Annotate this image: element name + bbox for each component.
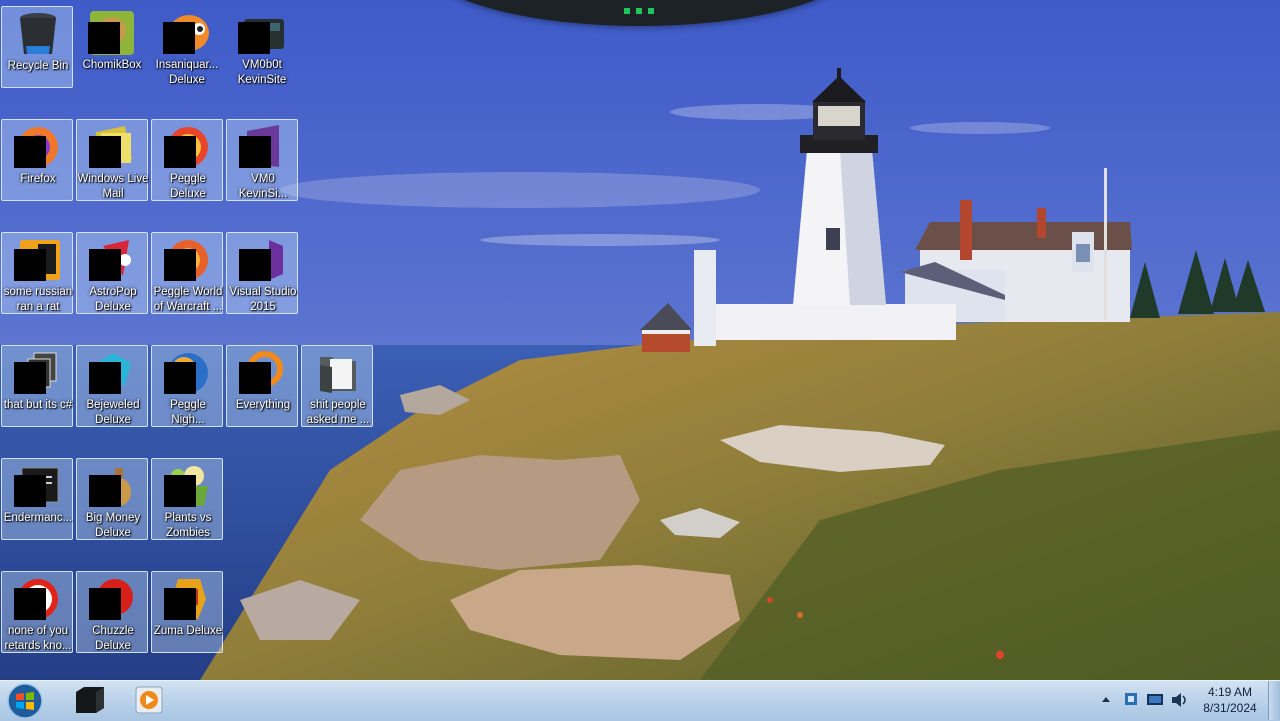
redaction-block [239,136,271,168]
icon-label: Insaniquar... Deluxe [155,59,219,86]
redaction-block [89,136,121,168]
icon-label: ChomikBox [82,59,142,71]
redaction-block [89,249,121,281]
icon-label: Peggle World of Warcraft ... [153,286,223,313]
icon-label: Recycle Bin [7,60,69,72]
desktop-icon-chomikbox[interactable]: ChomikBox [76,6,148,88]
icon-label: Big Money Deluxe [85,512,141,539]
desktop-icon-windows-live-mail[interactable]: Windows Live Mail [76,119,148,201]
clock-time: 4:19 AM [1207,685,1253,699]
windows-start-orb-icon[interactable] [4,682,46,720]
icon-label: Bejeweled Deluxe [86,399,140,426]
desktop-icon-that-but-its-csharp[interactable]: that but its c# [1,345,73,427]
desktop-icon-endermanch[interactable]: Endermanc... [1,458,73,540]
redaction-block [89,362,121,394]
redaction-block [14,362,46,394]
desktop-icon-bejeweled-deluxe[interactable]: Bejeweled Deluxe [76,345,148,427]
icon-label: Peggle Nigh... [170,399,206,426]
desktop-icon-insaniquarium[interactable]: Insaniquar... Deluxe [151,6,223,88]
recycle-bin-icon [20,13,56,54]
redaction-block [164,475,196,507]
redaction-block [14,588,46,620]
icon-label: that but its c# [3,399,73,411]
redaction-block [14,475,46,507]
icon-label: Chuzzle Deluxe [92,625,134,652]
volume-icon[interactable] [1168,680,1190,720]
redaction-block [164,249,196,281]
redaction-block [88,22,120,54]
icon-label: Endermanc... [3,512,73,524]
icon-label: some russian ran a rat [3,286,73,313]
media-player-icon[interactable] [130,684,166,716]
redaction-block [14,136,46,168]
desktop-icon-plants-vs-zombies[interactable]: Plants vs Zombies [151,458,223,540]
desktop-icon-astropop-deluxe[interactable]: AstroPop Deluxe [76,232,148,314]
desktop-icon-vm0b0t-kevinsite[interactable]: VM0b0t KevinSite [226,6,298,88]
desktop-icon-visual-studio-2015[interactable]: Visual Studio 2015 [226,232,298,314]
redaction-block [238,22,270,54]
icon-label: VM0b0t KevinSite [237,59,287,86]
icon-label: VM0 KevinSi... [238,173,288,200]
taskbar-clock[interactable]: 4:19 AM 8/31/2024 [1196,684,1264,716]
redaction-block [164,362,196,394]
desktop-icon-firefox[interactable]: Firefox [1,119,73,201]
show-desktop-button[interactable] [1268,681,1280,720]
redaction-block [89,475,121,507]
redaction-block [89,588,121,620]
taskbar [0,680,1280,721]
redaction-block [164,136,196,168]
show-hidden-icons-chevron[interactable] [1098,680,1114,720]
folder-icon [320,357,356,393]
icon-label: Visual Studio 2015 [229,286,297,313]
redaction-block [239,249,271,281]
redaction-block [14,249,46,281]
gadget-status-icon [624,8,654,14]
icon-label: Zuma Deluxe [153,625,223,637]
redaction-block [163,22,195,54]
icon-label: Plants vs Zombies [164,512,212,539]
icon-label: Firefox [20,173,56,185]
desktop-icon-peggle-deluxe[interactable]: Peggle Deluxe [151,119,223,201]
desktop-icon-peggle-nights[interactable]: Peggle Nigh... [151,345,223,427]
icon-label: none of you retards kno... [4,625,72,652]
icon-label: Everything [235,399,291,411]
redaction-block [164,588,196,620]
redaction-block [239,362,271,394]
desktop-icon-zuma-deluxe[interactable]: Zuma Deluxe [151,571,223,653]
desktop-icon-recycle-bin[interactable]: Recycle Bin [1,6,73,88]
desktop-icon-some-russian-ran-a-rat[interactable]: some russian ran a rat [1,232,73,314]
clock-date: 8/31/2024 [1203,701,1257,715]
desktop-icon-shit-people-asked-me[interactable]: shit people asked me ... [301,345,373,427]
desktop-icon-chuzzle-deluxe[interactable]: Chuzzle Deluxe [76,571,148,653]
black-box-app-icon[interactable] [72,684,108,716]
desktop-icon-everything[interactable]: Everything [226,345,298,427]
network-icon[interactable] [1120,680,1142,720]
icon-label: AstroPop Deluxe [89,286,137,313]
desktop-icon-big-money-deluxe[interactable]: Big Money Deluxe [76,458,148,540]
desktop-icon-none-of-you[interactable]: none of you retards kno... [1,571,73,653]
desktop-icon-vm0-kevinsite[interactable]: VM0 KevinSi... [226,119,298,201]
icon-label: Peggle Deluxe [170,173,206,200]
desktop-icon-peggle-world-of-warcraft[interactable]: Peggle World of Warcraft ... [151,232,223,314]
display-icon[interactable] [1144,680,1166,720]
icon-label: shit people asked me ... [306,399,370,426]
icon-label: Windows Live Mail [77,173,149,200]
